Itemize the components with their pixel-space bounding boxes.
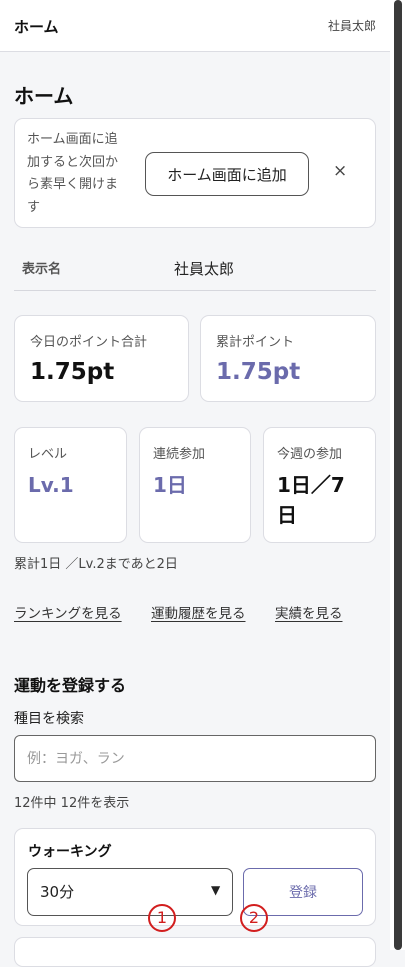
level-value: Lv.1: [28, 473, 74, 497]
add-to-home-button[interactable]: ホーム画面に追加: [145, 152, 309, 196]
search-input[interactable]: [14, 735, 376, 782]
streak-label: 連続参加: [153, 447, 206, 462]
ranking-link[interactable]: ランキングを見る: [14, 602, 122, 622]
page-title: ホーム: [14, 84, 74, 108]
result-count: 12件中 12件を表示: [14, 796, 130, 811]
annotation-marker-2: 2: [240, 904, 268, 932]
scrollbar-track[interactable]: [390, 0, 405, 950]
weekly-participation-card: 今週の参加 1日／7日: [263, 427, 376, 543]
weekly-participation-value: 1日／7日: [277, 473, 345, 527]
display-name-label: 表示名: [22, 262, 62, 277]
divider: [14, 290, 376, 291]
search-label: 種目を検索: [14, 711, 84, 727]
achievements-link[interactable]: 実績を見る: [275, 602, 343, 622]
today-points-label: 今日のポイント合計: [30, 335, 148, 350]
scrollbar-thumb[interactable]: [394, 0, 402, 950]
register-section-title: 運動を登録する: [14, 676, 127, 695]
duration-select[interactable]: 30分: [27, 868, 233, 916]
activity-card: ウォーキング 30分 ▼ 登録: [14, 828, 376, 926]
app-title: ホーム: [14, 18, 59, 36]
install-prompt-text: ホーム画面に追 加すると次回か ら素早く開けま す: [27, 132, 119, 215]
display-name-value: 社員太郎: [174, 260, 235, 278]
streak-value: 1日: [153, 473, 187, 497]
install-prompt-card: ホーム画面に追 加すると次回か ら素早く開けま す ホーム画面に追加 ×: [14, 118, 376, 228]
top-bar: ホーム 社員太郎: [0, 0, 390, 52]
level-label: レベル: [28, 447, 68, 462]
level-card: レベル Lv.1: [14, 427, 127, 543]
today-points-card: 今日のポイント合計 1.75pt: [14, 315, 189, 402]
today-points-value: 1.75pt: [30, 359, 115, 385]
total-points-label: 累計ポイント: [216, 335, 295, 350]
annotation-marker-1: 1: [148, 904, 176, 932]
streak-card: 連続参加 1日: [139, 427, 251, 543]
exercise-history-link[interactable]: 運動履歴を見る: [151, 602, 246, 622]
total-points-value: 1.75pt: [216, 359, 301, 385]
activity-card-next: [14, 937, 376, 967]
level-progress-note: 累計1日 ／Lv.2まであと2日: [14, 557, 178, 572]
activity-name: ウォーキング: [28, 844, 112, 860]
close-icon[interactable]: ×: [333, 161, 347, 181]
weekly-participation-label: 今週の参加: [277, 447, 343, 462]
total-points-card: 累計ポイント 1.75pt: [200, 315, 376, 402]
user-name[interactable]: 社員太郎: [328, 17, 376, 34]
